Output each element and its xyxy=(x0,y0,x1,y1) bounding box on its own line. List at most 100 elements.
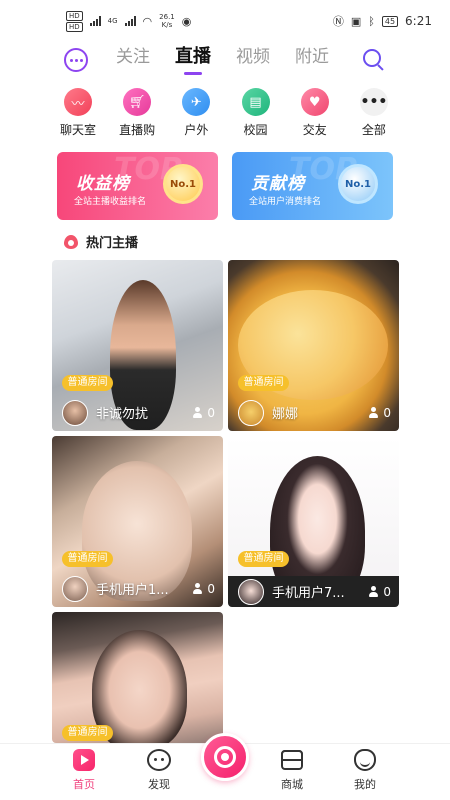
dot-icon xyxy=(74,58,78,62)
heart-icon: ♥ xyxy=(300,88,329,116)
person-icon xyxy=(369,407,379,418)
net-speed: 26.1 K/s xyxy=(159,13,175,29)
clock: 6:21 xyxy=(405,14,432,28)
battery-level: 45 xyxy=(384,16,396,26)
anchor-name: 手机用户7... xyxy=(272,586,345,601)
status-bar: HD HD 4G ◠ 26.1 K/s ◉ Ⓝ ▣ ᛒ 45 6:21 xyxy=(0,0,450,42)
camera-icon xyxy=(214,746,236,768)
room-type-badge: 普通房间 xyxy=(238,551,289,567)
person-icon xyxy=(193,407,203,418)
viewer-count-value: 0 xyxy=(207,581,215,596)
net-speed-unit: K/s xyxy=(161,21,173,29)
section-title: 热门主播 xyxy=(86,236,139,251)
stream-card[interactable]: 普通房间 娜娜 0 xyxy=(228,260,399,431)
store-icon xyxy=(281,750,303,770)
room-type-badge: 普通房间 xyxy=(62,551,113,567)
avatar xyxy=(238,399,264,426)
category-campus[interactable]: ▤ 校园 xyxy=(232,88,280,138)
nav-mall[interactable]: 商城 xyxy=(272,748,312,792)
stream-card[interactable]: 普通房间 xyxy=(52,612,223,743)
dot-icon xyxy=(79,58,83,62)
card-footer: 手机用户1... 0 xyxy=(52,570,223,607)
viewer-count: 0 xyxy=(369,585,391,599)
banner-subtitle: 全站主播收益排名 xyxy=(74,197,147,207)
hd-badges: HD HD xyxy=(66,10,83,32)
voice-wave-icon: 〰 xyxy=(64,88,92,116)
viewer-count: 0 xyxy=(193,406,215,420)
category-row: 〰 聊天室 🛒︎ 直播购 ✈ 户外 ▤ 校园 ♥ 交友 ••• 全部 xyxy=(54,88,398,138)
income-rank-banner[interactable]: TOP 收益榜 全站主播收益排名 No.1 xyxy=(57,152,218,220)
category-chatroom[interactable]: 〰 聊天室 xyxy=(54,88,102,138)
airplane-icon: ✈ xyxy=(182,88,211,116)
anchor-name: 娜娜 xyxy=(272,407,299,422)
flame-icon xyxy=(64,234,78,249)
message-button[interactable] xyxy=(64,48,88,72)
category-label: 户外 xyxy=(184,123,209,137)
network-type: 4G xyxy=(107,17,118,25)
viewer-count: 0 xyxy=(369,406,391,420)
book-icon: ▤ xyxy=(241,88,270,116)
category-dating[interactable]: ♥ 交友 xyxy=(291,88,339,138)
anchor-name: 非诚勿扰 xyxy=(96,407,149,422)
person-icon xyxy=(193,583,203,594)
category-live-shopping[interactable]: 🛒︎ 直播购 xyxy=(113,88,161,138)
nav-label: 发现 xyxy=(148,778,170,791)
wechat-icon: ◉ xyxy=(181,14,192,28)
stream-card[interactable]: 普通房间 非诚勿扰 0 xyxy=(52,260,223,431)
nfc-icon: Ⓝ xyxy=(332,15,344,28)
tab-nearby[interactable]: 附近 xyxy=(295,42,329,76)
category-label: 直播购 xyxy=(119,123,156,137)
viewer-count: 0 xyxy=(193,582,215,596)
stream-card[interactable]: 普通房间 手机用户1... 0 xyxy=(52,436,223,607)
banner-subtitle: 全站用户消费排名 xyxy=(249,197,322,207)
avatar xyxy=(62,399,88,426)
discover-icon xyxy=(147,749,171,771)
medal-icon: No.1 xyxy=(338,164,378,204)
medal-label: No.1 xyxy=(170,178,196,190)
shopping-cart-icon: 🛒︎ xyxy=(123,88,152,116)
search-button[interactable] xyxy=(363,49,385,71)
avatar xyxy=(62,575,88,602)
go-live-button[interactable] xyxy=(201,733,249,781)
anchor-name: 手机用户1... xyxy=(96,583,169,598)
banner-title: 收益榜 xyxy=(76,174,130,194)
dot-icon xyxy=(69,58,73,62)
medal-label: No.1 xyxy=(345,178,371,190)
category-outdoor[interactable]: ✈ 户外 xyxy=(172,88,220,138)
net-speed-value: 26.1 xyxy=(159,13,175,21)
hd-badge-bottom: HD xyxy=(66,21,83,32)
profile-icon xyxy=(354,749,376,771)
room-type-badge: 普通房间 xyxy=(62,375,113,391)
medal-icon: No.1 xyxy=(163,164,203,204)
category-label: 交友 xyxy=(302,123,327,137)
wifi-icon: ◠ xyxy=(142,14,153,28)
category-label: 全部 xyxy=(361,123,386,137)
card-footer: 非诚勿扰 0 xyxy=(52,394,223,431)
battery-icon: 45 xyxy=(381,15,399,27)
tab-live[interactable]: 直播 xyxy=(175,42,211,76)
viewer-count-value: 0 xyxy=(383,584,391,599)
more-dots-icon: ••• xyxy=(359,88,388,116)
nav-home[interactable]: 首页 xyxy=(64,748,104,792)
tab-video[interactable]: 视频 xyxy=(236,42,270,76)
nav-discover[interactable]: 发现 xyxy=(139,748,179,792)
viewer-count-value: 0 xyxy=(383,405,391,420)
signal-icon-2 xyxy=(124,16,136,26)
tab-follow[interactable]: 关注 xyxy=(116,42,150,76)
signal-icon xyxy=(89,16,101,26)
contribution-rank-banner[interactable]: TOP 贡献榜 全站用户消费排名 No.1 xyxy=(232,152,393,220)
viewer-count-value: 0 xyxy=(207,405,215,420)
room-type-badge: 普通房间 xyxy=(62,725,113,741)
banner-title: 贡献榜 xyxy=(251,174,305,194)
hot-anchors-header: 热门主播 xyxy=(64,232,138,251)
hd-badge-top: HD xyxy=(66,10,83,21)
category-label: 聊天室 xyxy=(59,123,96,137)
person-icon xyxy=(369,586,379,597)
category-label: 校园 xyxy=(243,123,268,137)
category-all[interactable]: ••• 全部 xyxy=(350,88,398,138)
bluetooth-icon: ᛒ xyxy=(368,14,375,28)
stream-card[interactable]: 普通房间 手机用户7... 0 xyxy=(228,436,399,607)
nav-mine[interactable]: 我的 xyxy=(345,748,385,792)
nav-label: 我的 xyxy=(354,778,376,791)
card-footer: 手机用户7... 0 xyxy=(228,576,399,607)
